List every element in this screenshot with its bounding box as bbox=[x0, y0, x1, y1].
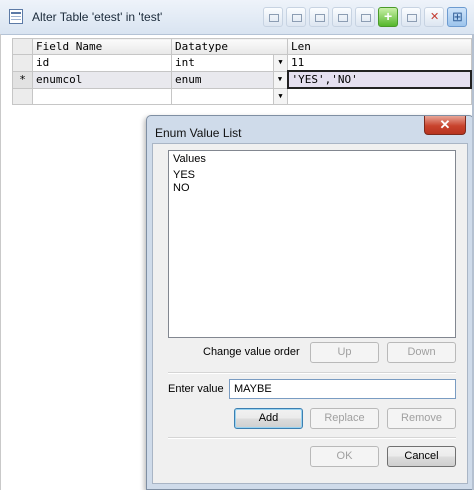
column-header-len[interactable]: Len bbox=[287, 38, 472, 55]
replace-button[interactable]: Replace bbox=[310, 408, 379, 429]
datatype-cell[interactable]: ▼ bbox=[171, 87, 288, 105]
change-order-label: Change value order bbox=[203, 346, 300, 358]
values-list: YES NO bbox=[173, 169, 195, 195]
ok-button[interactable]: OK bbox=[310, 446, 379, 467]
row-header-corner bbox=[12, 38, 33, 55]
remove-button[interactable]: Remove bbox=[387, 408, 456, 429]
down-button[interactable]: Down bbox=[387, 342, 456, 363]
field-name-cell[interactable] bbox=[32, 87, 172, 105]
len-cell[interactable] bbox=[287, 87, 472, 105]
datatype-value: int bbox=[175, 56, 195, 70]
row-marker[interactable]: * bbox=[12, 70, 33, 89]
add-button[interactable]: Add bbox=[234, 408, 303, 429]
len-cell[interactable]: 'YES','NO' bbox=[286, 70, 472, 89]
values-label: Values bbox=[173, 153, 206, 165]
datatype-cell[interactable]: int ▼ bbox=[171, 54, 288, 72]
cancel-button[interactable]: Cancel bbox=[387, 446, 456, 467]
up-button[interactable]: Up bbox=[310, 342, 379, 363]
enter-value-input[interactable]: MAYBE bbox=[229, 379, 456, 399]
row-marker[interactable] bbox=[12, 87, 33, 105]
add-row-icon[interactable] bbox=[378, 7, 398, 27]
len-cell[interactable]: 11 bbox=[287, 54, 472, 72]
window-left-border bbox=[0, 34, 1, 490]
toolbar-grid-icon[interactable] bbox=[332, 7, 352, 27]
field-name-cell[interactable]: enumcol bbox=[32, 70, 172, 89]
table-icon bbox=[9, 9, 23, 24]
table-row[interactable]: ▼ bbox=[12, 87, 472, 105]
toolbar bbox=[263, 7, 467, 27]
table-row[interactable]: * enumcol enum ▼ 'YES','NO' bbox=[12, 70, 472, 89]
toolbar-grid-icon[interactable] bbox=[309, 7, 329, 27]
divider bbox=[168, 372, 456, 374]
toolbar-grid-icon[interactable] bbox=[355, 7, 375, 27]
dropdown-arrow-icon[interactable]: ▼ bbox=[273, 88, 287, 104]
toolbar-grid-icon[interactable] bbox=[286, 7, 306, 27]
datatype-cell[interactable]: enum ▼ bbox=[171, 70, 288, 89]
datatype-value: enum bbox=[175, 73, 202, 86]
window-title-bar: Alter Table 'etest' in 'test' bbox=[0, 0, 474, 35]
row-marker[interactable] bbox=[12, 54, 33, 72]
dialog-title: Enum Value List bbox=[155, 126, 242, 140]
divider bbox=[168, 437, 456, 439]
enter-value-label: Enter value bbox=[168, 383, 224, 395]
dialog-body: Values YES NO Change value order Up Down… bbox=[152, 143, 468, 484]
values-listbox[interactable]: Values YES NO bbox=[168, 150, 456, 338]
toolbar-grid-icon[interactable] bbox=[263, 7, 283, 27]
list-item[interactable]: NO bbox=[173, 182, 195, 195]
close-icon[interactable]: ✕ bbox=[424, 116, 466, 135]
field-name-cell[interactable]: id bbox=[32, 54, 172, 72]
field-grid: Field Name Datatype Len id int ▼ 11 * enu… bbox=[12, 38, 472, 105]
dropdown-arrow-icon[interactable]: ▼ bbox=[272, 71, 287, 88]
enum-value-dialog: Enum Value List ✕ Values YES NO Change v… bbox=[146, 115, 474, 490]
table-row[interactable]: id int ▼ 11 bbox=[12, 54, 472, 72]
column-header-field-name[interactable]: Field Name bbox=[32, 38, 172, 55]
grid-header-row: Field Name Datatype Len bbox=[12, 38, 472, 55]
delete-row-icon[interactable] bbox=[424, 7, 444, 27]
toolbar-grid-icon[interactable] bbox=[401, 7, 421, 27]
dropdown-arrow-icon[interactable]: ▼ bbox=[273, 55, 287, 71]
table-view-icon[interactable] bbox=[447, 7, 467, 27]
window-title: Alter Table 'etest' in 'test' bbox=[32, 10, 163, 24]
list-item[interactable]: YES bbox=[173, 169, 195, 182]
column-header-datatype[interactable]: Datatype bbox=[171, 38, 288, 55]
